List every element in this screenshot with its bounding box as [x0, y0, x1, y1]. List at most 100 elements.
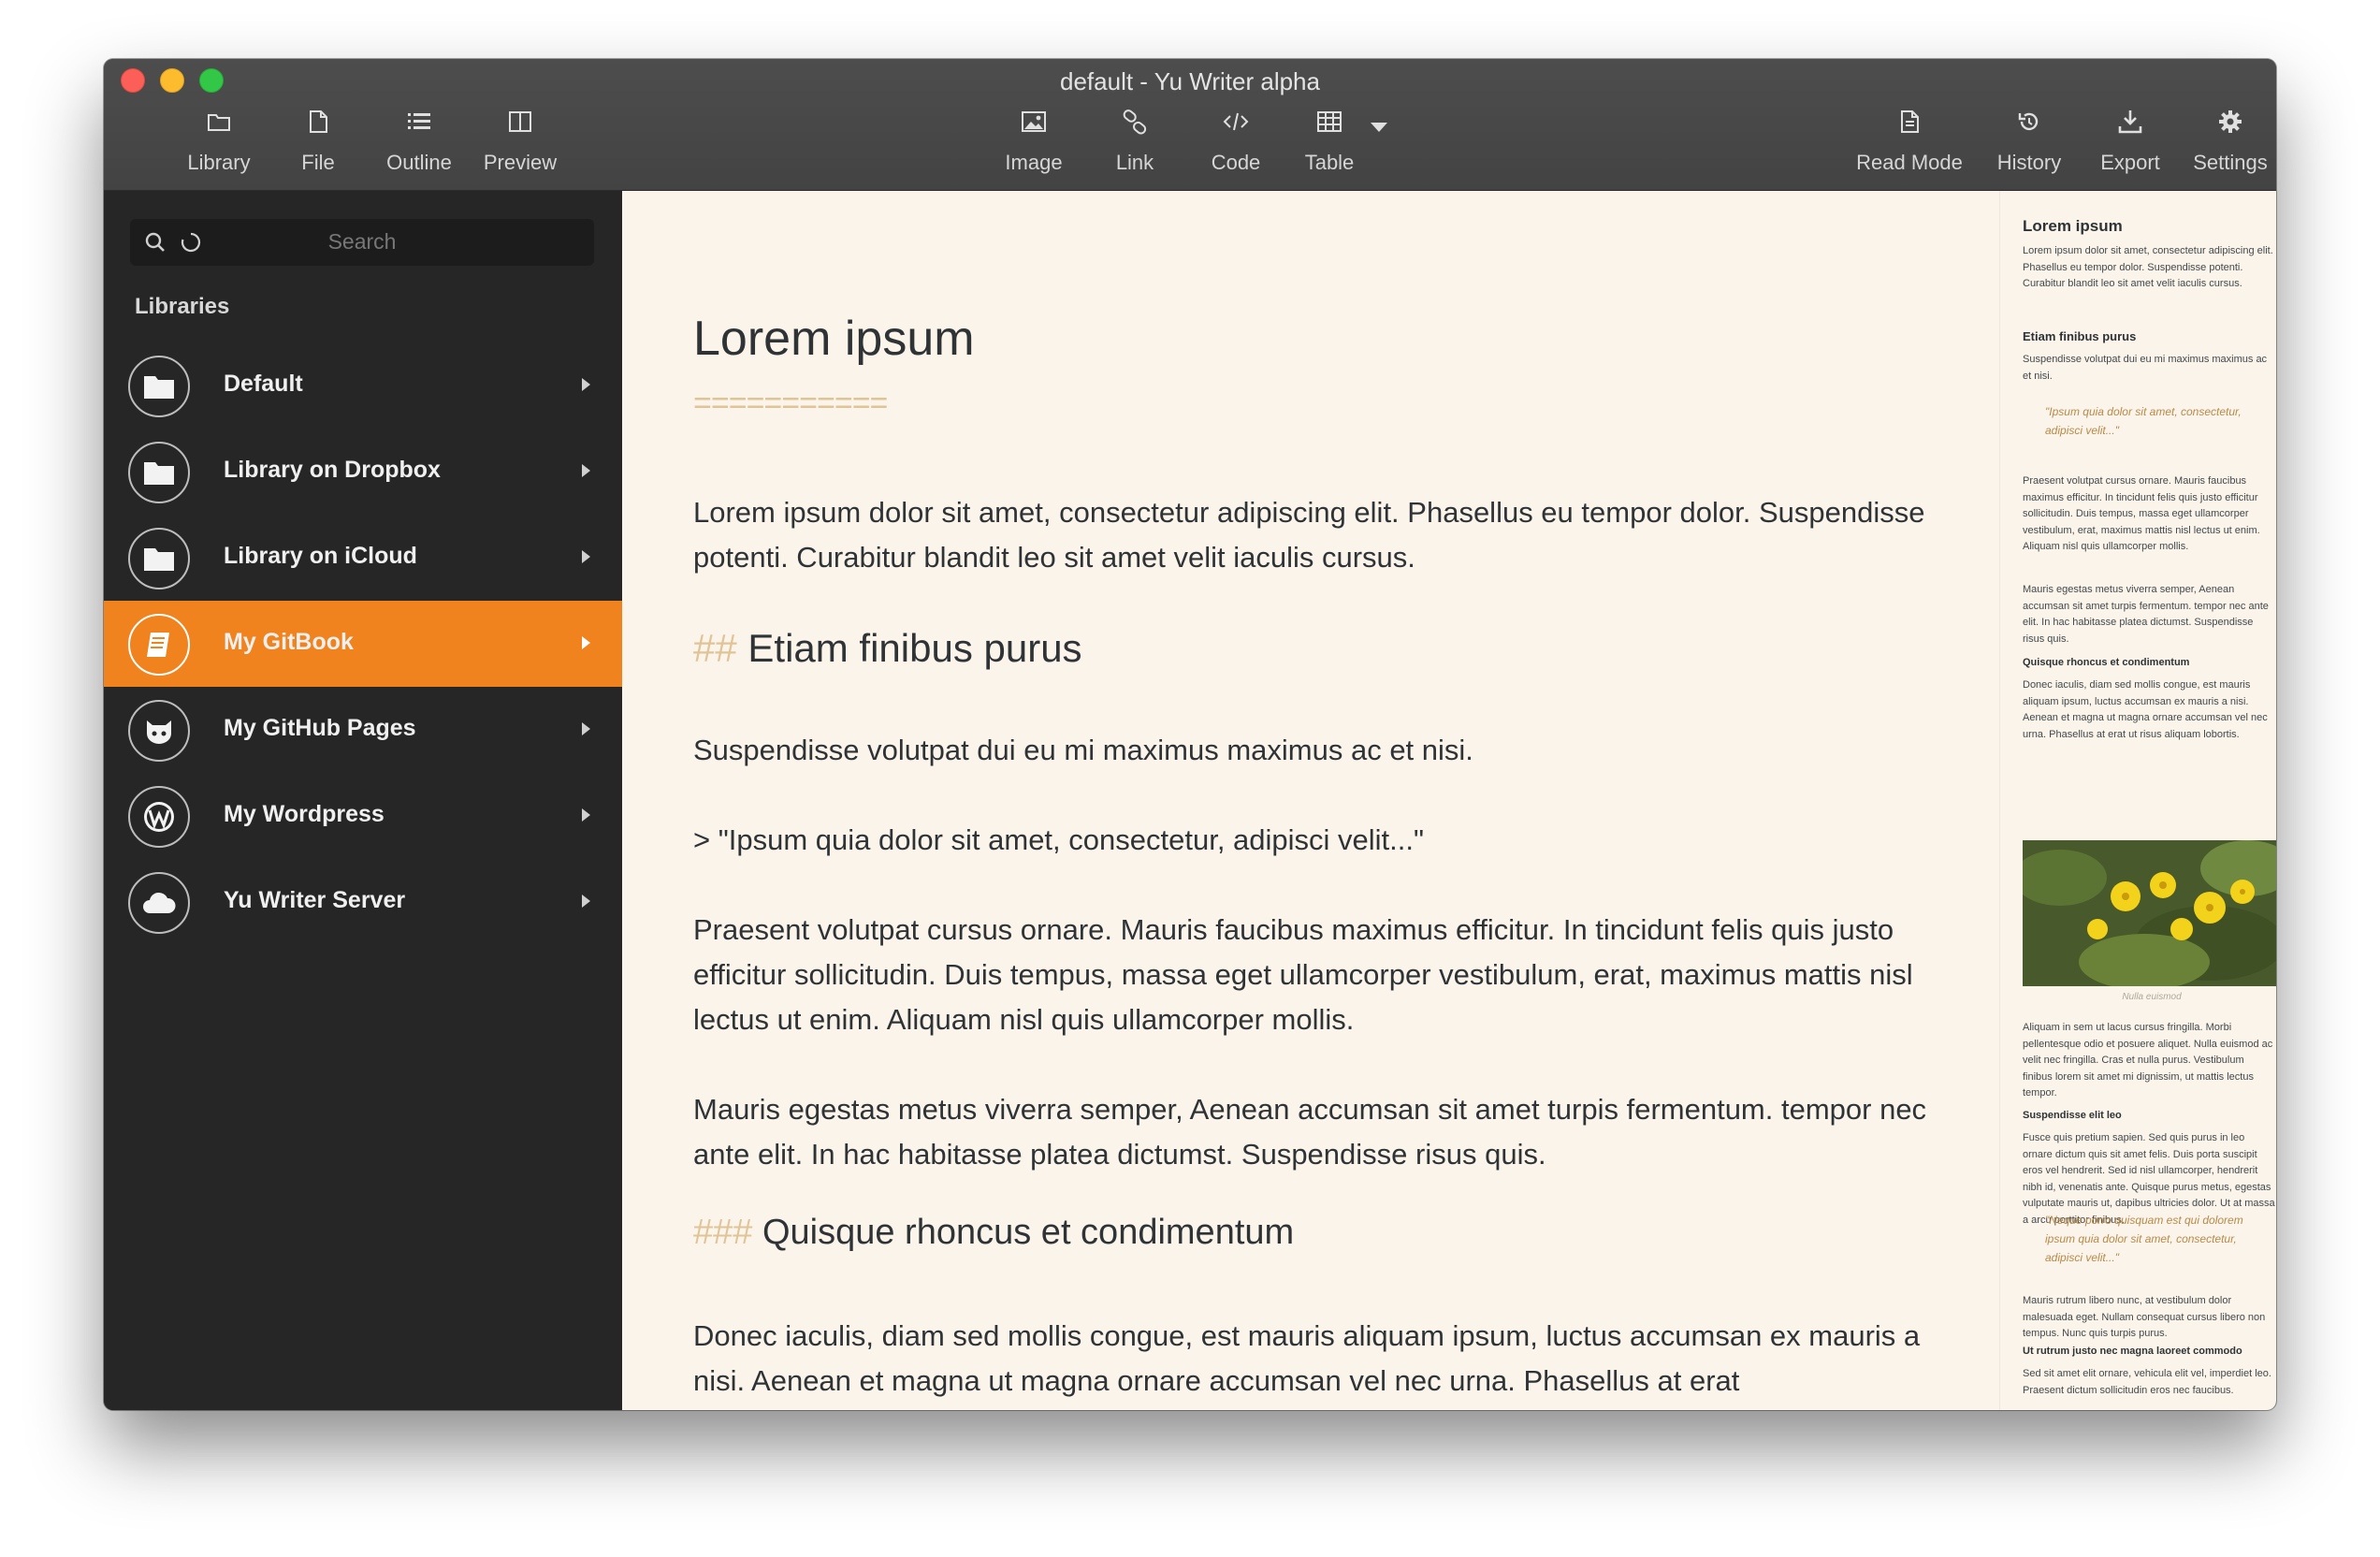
- export-label: Export: [2100, 151, 2160, 174]
- library-item-gitbook[interactable]: My GitBook: [104, 601, 622, 687]
- chevron-right-icon: [582, 895, 590, 908]
- library-item-label: Default: [224, 371, 303, 397]
- preview-paragraph: Aliquam in sem ut lacus cursus fringilla…: [2023, 1022, 2273, 1099]
- split-view-icon: [509, 111, 531, 132]
- link-icon: [1123, 109, 1147, 135]
- preview-flower-image: [2023, 840, 2276, 986]
- table-dropdown-chevron-icon[interactable]: [1369, 121, 1389, 134]
- preview-button[interactable]: Preview: [469, 108, 572, 186]
- preview-heading-1: Lorem ipsum: [2023, 217, 2123, 235]
- editor-heading-3: ### Quisque rhoncus et condimentum: [693, 1213, 1294, 1253]
- editor-paragraph: Praesent volutpat cursus ornare. Mauris …: [693, 913, 1913, 1036]
- download-icon: [2118, 110, 2142, 134]
- preview-image-caption: Nulla euismod: [2122, 992, 2182, 1002]
- book-icon: [128, 614, 190, 676]
- editor-paragraph: Suspendisse volutpat dui eu mi maximus m…: [693, 734, 1473, 766]
- outline-label: Outline: [386, 151, 452, 174]
- preview-paragraph: Mauris egestas metus viverra semper, Aen…: [2023, 584, 2269, 645]
- file-button[interactable]: File: [267, 108, 370, 186]
- preview-heading-5: Ut rutrum justo nec magna laoreet commod…: [2023, 1346, 2242, 1357]
- chevron-right-icon: [582, 722, 590, 735]
- folder-icon: [208, 114, 230, 131]
- preview-label: Preview: [483, 151, 558, 174]
- history-label: History: [1996, 151, 2062, 174]
- window-title: default - Yu Writer alpha: [1060, 67, 1320, 95]
- preview-blockquote: "Neque porro quisquam est qui dolorem ip…: [2045, 1214, 2243, 1264]
- title-toolbar: default - Yu Writer alpha Library File O…: [104, 59, 2276, 192]
- library-label: Library: [187, 151, 251, 174]
- history-icon: [2018, 112, 2039, 131]
- file-icon: [310, 110, 327, 133]
- editor-heading-2: ## Etiam finibus purus: [693, 626, 1082, 671]
- link-label: Link: [1115, 151, 1154, 174]
- heading-text: Etiam finibus purus: [747, 626, 1082, 670]
- library-item-label: Library on iCloud: [224, 543, 417, 569]
- chevron-right-icon: [582, 808, 590, 822]
- editor-heading-underline: ===========: [693, 386, 888, 421]
- link-button[interactable]: Link: [1083, 108, 1186, 186]
- wordpress-icon: [128, 786, 190, 848]
- library-button[interactable]: Library: [167, 108, 270, 186]
- table-icon: [1317, 111, 1342, 132]
- preview-paragraph: Lorem ipsum dolor sit amet, consectetur …: [2023, 245, 2273, 289]
- library-item-wordpress[interactable]: My Wordpress: [104, 773, 622, 859]
- chevron-right-icon: [582, 636, 590, 649]
- library-item-github-pages[interactable]: My GitHub Pages: [104, 687, 622, 773]
- table-button[interactable]: Table: [1278, 108, 1381, 186]
- preview-paragraph: Praesent volutpat cursus ornare. Mauris …: [2023, 475, 2260, 552]
- preview-blockquote: "Ipsum quia dolor sit amet, consectetur,…: [2045, 405, 2242, 437]
- library-item-label: My Wordpress: [224, 801, 385, 827]
- github-icon: [128, 700, 190, 762]
- library-item-yu-writer-server[interactable]: Yu Writer Server: [104, 859, 622, 945]
- library-item-icloud[interactable]: Library on iCloud: [104, 515, 622, 601]
- outline-button[interactable]: Outline: [368, 108, 471, 186]
- library-item-dropbox[interactable]: Library on Dropbox: [104, 429, 622, 515]
- preview-paragraph: Sed sit amet elit ornare, vehicula elit …: [2023, 1368, 2271, 1396]
- settings-button[interactable]: Settings: [2179, 108, 2276, 186]
- search-field[interactable]: Search: [130, 219, 594, 266]
- code-button[interactable]: Code: [1184, 108, 1287, 186]
- editor-paragraph: Donec iaculis, diam sed mollis congue, e…: [693, 1319, 1921, 1397]
- preview-paragraph: Donec iaculis, diam sed mollis congue, e…: [2023, 679, 2268, 740]
- library-item-label: Library on Dropbox: [224, 457, 441, 483]
- list-icon: [408, 113, 430, 129]
- editor-paragraph: Mauris egestas metus viverra semper, Aen…: [693, 1093, 1927, 1171]
- folder-icon: [128, 442, 190, 503]
- preview-heading-2: Etiam finibus purus: [2023, 329, 2137, 343]
- heading-marker: ###: [693, 1213, 753, 1252]
- chevron-right-icon: [582, 464, 590, 477]
- preview-heading-3: Quisque rhoncus et condimentum: [2023, 657, 2190, 668]
- library-item-label: Yu Writer Server: [224, 887, 406, 913]
- preview-paragraph: Mauris rutrum libero nunc, at vestibulum…: [2023, 1295, 2266, 1339]
- library-item-default[interactable]: Default: [104, 342, 622, 429]
- sidebar: Search Libraries Default Library on Drop…: [104, 191, 622, 1410]
- read-mode-button[interactable]: Read Mode: [1846, 108, 1973, 186]
- gear-icon: [2219, 110, 2242, 133]
- image-icon: [1022, 111, 1046, 132]
- folder-icon: [128, 528, 190, 589]
- editor-paragraph: Lorem ipsum dolor sit amet, consectetur …: [693, 496, 1925, 574]
- app-window: default - Yu Writer alpha Library File O…: [104, 59, 2276, 1410]
- image-button[interactable]: Image: [982, 108, 1085, 186]
- preview-paragraph: Suspendisse volutpat dui eu mi maximus m…: [2023, 354, 2268, 382]
- library-item-label: My GitHub Pages: [224, 715, 416, 741]
- chevron-right-icon: [582, 378, 590, 391]
- search-placeholder: Search: [327, 229, 397, 254]
- document-icon: [1901, 110, 1919, 133]
- code-icon: [1223, 112, 1249, 131]
- image-label: Image: [1005, 151, 1063, 174]
- table-label: Table: [1304, 151, 1355, 174]
- editor-heading-1: Lorem ipsum: [693, 312, 975, 366]
- heading-marker: ##: [693, 626, 737, 670]
- editor-blockquote: > "Ipsum quia dolor sit amet, consectetu…: [693, 823, 1425, 856]
- library-item-label: My GitBook: [224, 629, 354, 655]
- chevron-right-icon: [582, 550, 590, 563]
- cloud-icon: [128, 872, 190, 934]
- history-button[interactable]: History: [1978, 108, 2081, 186]
- code-label: Code: [1211, 151, 1261, 174]
- preview-pane[interactable]: Lorem ipsum Lorem ipsum dolor sit amet, …: [1999, 191, 2276, 1410]
- read-mode-label: Read Mode: [1856, 151, 1963, 174]
- export-button[interactable]: Export: [2079, 108, 2182, 186]
- libraries-heading: Libraries: [135, 294, 230, 319]
- markdown-editor[interactable]: Lorem ipsum =========== Lorem ipsum dolo…: [622, 191, 1999, 1410]
